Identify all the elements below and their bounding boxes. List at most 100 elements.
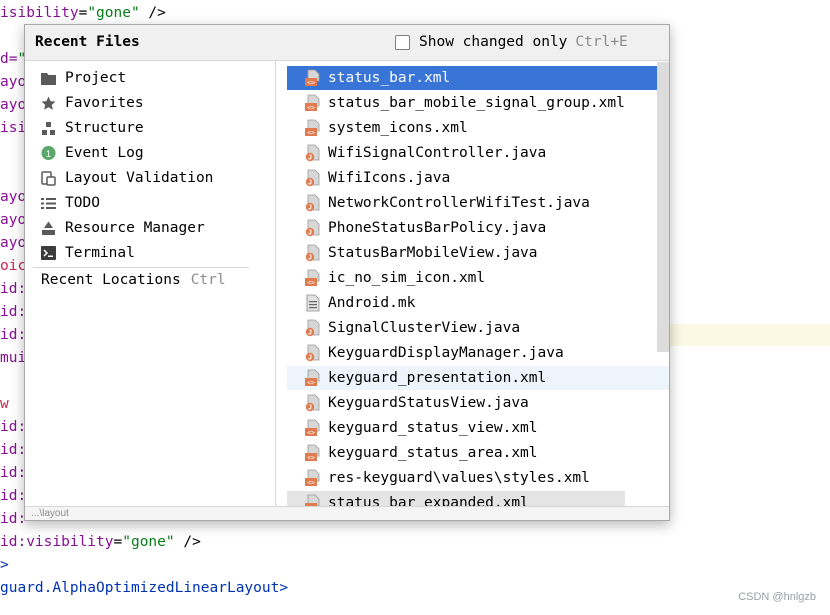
recent-file-item[interactable]: J SignalClusterView.java	[287, 316, 669, 340]
code-token: mui	[0, 350, 27, 366]
file-name: ic_no_sim_icon.xml	[328, 270, 486, 286]
recent-file-item[interactable]: J KeyguardDisplayManager.java	[287, 341, 669, 365]
file-name: status_bar_mobile_signal_group.xml	[328, 95, 625, 111]
code-token: =	[113, 534, 123, 550]
tool-window-label: Layout Validation	[65, 170, 214, 186]
java-file-icon: J	[305, 169, 320, 187]
path-footer: ...\layout	[25, 506, 669, 520]
code-line: ayo	[0, 186, 26, 208]
layout-validation-icon	[41, 170, 56, 186]
code-token: id:	[0, 304, 27, 320]
scrollbar-thumb[interactable]	[657, 62, 669, 352]
code-token: "gone"	[87, 5, 140, 21]
file-name: WifiIcons.java	[328, 170, 451, 186]
recent-file-item[interactable]: J StatusBarMobileView.java	[287, 241, 669, 265]
code-token: id:	[0, 281, 27, 297]
recent-file-item[interactable]: <> status_bar.xml	[287, 66, 669, 90]
code-token: isibility	[0, 5, 79, 21]
recent-file-item[interactable]: Android.mk	[287, 291, 669, 315]
svg-text:<>: <>	[307, 129, 315, 137]
code-token: oic	[0, 258, 27, 274]
file-name: system_icons.xml	[328, 120, 468, 136]
code-line: ayo	[0, 71, 26, 93]
recent-file-item[interactable]: J NetworkControllerWifiTest.java	[287, 191, 669, 215]
recent-file-item[interactable]: <> status_bar_expanded.xml	[287, 491, 625, 506]
file-name: keyguard_presentation.xml	[328, 370, 547, 386]
svg-text:1: 1	[46, 149, 51, 159]
file-name: NetworkControllerWifiTest.java	[328, 195, 590, 211]
text-file-icon	[305, 294, 320, 312]
code-line: w	[0, 393, 9, 415]
code-line: ayo	[0, 94, 26, 116]
show-changed-checkbox[interactable]	[395, 34, 410, 50]
recent-file-item[interactable]: <> keyguard_presentation.xml	[287, 366, 669, 390]
svg-text:J: J	[308, 330, 312, 337]
recent-file-item[interactable]: J WifiIcons.java	[287, 166, 669, 190]
show-changed-only-toggle[interactable]: Show changed only Ctrl+E	[395, 32, 628, 52]
recent-files-list: <> status_bar.xml <> status_bar_mobile_sign…	[276, 61, 669, 506]
popup-header: Recent Files Show changed only Ctrl+E	[25, 25, 669, 61]
code-line: >	[0, 554, 9, 576]
tool-window-label: Terminal	[65, 245, 135, 261]
star-icon	[41, 96, 56, 111]
file-name: res-keyguard\values\styles.xml	[328, 470, 590, 486]
tool-window-resource-manager[interactable]: Resource Manager	[41, 216, 205, 240]
current-line-highlight	[670, 324, 830, 346]
code-line: oic	[0, 255, 26, 277]
tool-window-todo[interactable]: TODO	[41, 191, 100, 215]
tool-window-label: Structure	[65, 120, 144, 136]
file-name: keyguard_status_view.xml	[328, 420, 538, 436]
code-token: ayo	[0, 74, 27, 90]
svg-text:J: J	[308, 155, 312, 162]
tool-window-layout-validation[interactable]: Layout Validation	[41, 166, 213, 190]
file-name: keyguard_status_area.xml	[328, 445, 538, 461]
todo-list-icon	[41, 196, 56, 211]
code-token: "gone"	[122, 534, 175, 550]
tool-window-label: TODO	[65, 195, 100, 211]
recent-file-item[interactable]: <> ic_no_sim_icon.xml	[287, 266, 669, 290]
code-token: d=	[0, 51, 18, 67]
recent-file-item[interactable]: <> res-keyguard\values\styles.xml	[287, 466, 669, 490]
recent-file-item[interactable]: <> status_bar_mobile_signal_group.xml	[287, 91, 669, 115]
xml-file-icon: <>	[305, 444, 320, 462]
code-token: id:	[0, 465, 27, 481]
file-name: StatusBarMobileView.java	[328, 245, 538, 261]
code-line: id:	[0, 485, 26, 507]
recent-files-popup: Recent Files Show changed only Ctrl+E Re…	[24, 24, 670, 521]
watermark: CSDN @hnlgzb	[738, 591, 816, 603]
recent-file-item[interactable]: J WifiSignalController.java	[287, 141, 669, 165]
tool-window-event-log[interactable]: 1 Event Log	[41, 141, 144, 165]
terminal-icon	[41, 246, 56, 261]
show-changed-shortcut: Ctrl+E	[575, 34, 628, 50]
svg-text:J: J	[308, 405, 312, 412]
code-line: id:	[0, 462, 26, 484]
tool-window-project[interactable]: Project	[41, 66, 126, 90]
folder-icon	[41, 71, 56, 86]
code-token: ayo	[0, 97, 27, 113]
event-log-badge-icon: 1	[41, 145, 56, 161]
java-file-icon: J	[305, 344, 320, 362]
tool-window-label: Favorites	[65, 95, 144, 111]
java-file-icon: J	[305, 194, 320, 212]
svg-text:J: J	[308, 180, 312, 187]
code-line: ayo	[0, 232, 26, 254]
code-line: guard.AlphaOptimizedLinearLayout>	[0, 577, 288, 599]
recent-file-item[interactable]: <> keyguard_status_area.xml	[287, 441, 669, 465]
svg-text:J: J	[308, 230, 312, 237]
xml-file-icon: <>	[305, 119, 320, 137]
recent-file-item[interactable]: <> keyguard_status_view.xml	[287, 416, 669, 440]
java-file-icon: J	[305, 144, 320, 162]
tool-window-terminal[interactable]: Terminal	[41, 241, 135, 265]
tool-window-structure[interactable]: Structure	[41, 116, 144, 140]
code-line: isibility="gone" />	[0, 2, 166, 24]
tool-window-favorites[interactable]: Favorites	[41, 91, 144, 115]
recent-file-item[interactable]: J PhoneStatusBarPolicy.java	[287, 216, 669, 240]
code-line: id:	[0, 301, 26, 323]
xml-file-icon: <>	[305, 69, 320, 87]
file-name: SignalClusterView.java	[328, 320, 521, 336]
recent-file-item[interactable]: <> system_icons.xml	[287, 116, 669, 140]
code-token: >	[0, 557, 9, 573]
recent-locations-item[interactable]: Recent Locations Ctrl	[41, 268, 226, 292]
code-token: w	[0, 396, 9, 412]
recent-file-item[interactable]: J KeyguardStatusView.java	[287, 391, 669, 415]
